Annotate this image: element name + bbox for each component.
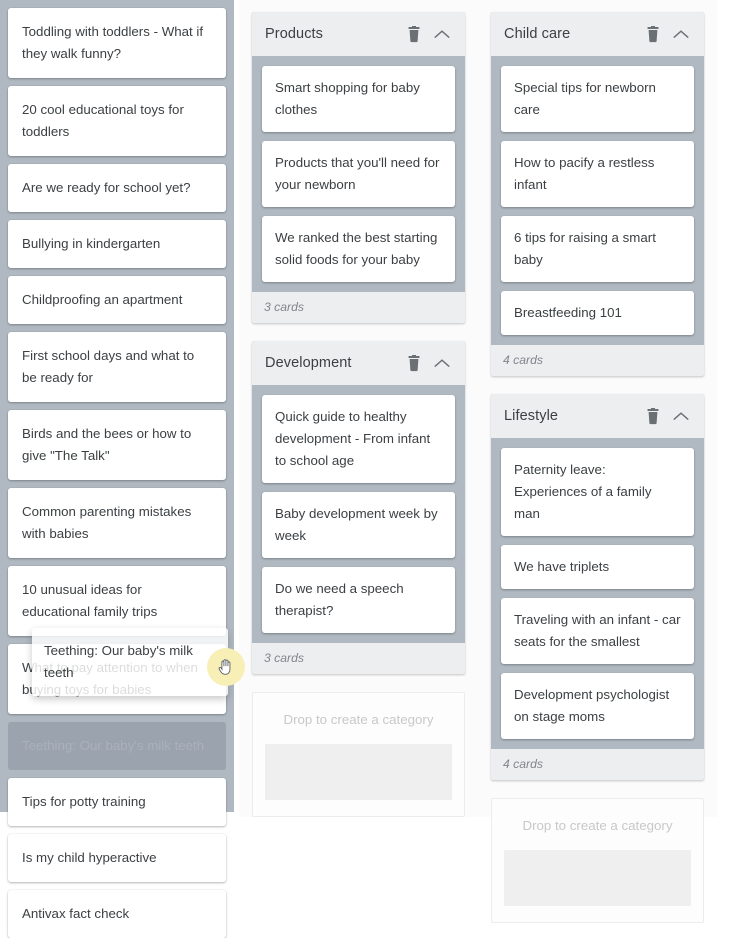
category-title[interactable]: Products — [265, 26, 397, 42]
category-card[interactable]: 6 tips for raising a smart baby — [501, 216, 694, 282]
middle-column: Products Smart shopping for baby clothes P… — [239, 0, 478, 817]
category-card[interactable]: How to pacify a restless infant — [501, 141, 694, 207]
category-card[interactable]: Traveling with an infant - car seats for… — [501, 598, 694, 664]
uncategorized-card-list: Toddling with toddlers - What if they wa… — [8, 8, 226, 938]
middle-column-categories: Products Smart shopping for baby clothes P… — [252, 12, 465, 674]
right-column-categories: Child care Special tips for newborn care H… — [491, 12, 704, 780]
category-header: Development — [252, 341, 465, 385]
category-group: Products Smart shopping for baby clothes P… — [252, 12, 465, 323]
dropzone-slot[interactable] — [504, 850, 691, 906]
category-header: Child care — [491, 12, 704, 56]
chevron-up-icon[interactable] — [431, 23, 453, 45]
chevron-up-icon[interactable] — [431, 352, 453, 374]
trash-icon[interactable] — [642, 405, 664, 427]
category-group: Development Quick guide to healthy develo… — [252, 341, 465, 674]
category-card[interactable]: Quick guide to healthy development - Fro… — [262, 395, 455, 483]
category-title[interactable]: Lifestyle — [504, 408, 636, 424]
uncategorized-card[interactable]: Is my child hyperactive — [8, 834, 226, 882]
category-group: Child care Special tips for newborn care H… — [491, 12, 704, 376]
category-header: Products — [252, 12, 465, 56]
card-sorting-board: Toddling with toddlers - What if they wa… — [0, 0, 730, 938]
trash-icon[interactable] — [403, 352, 425, 374]
uncategorized-card[interactable]: Are we ready for school yet? — [8, 164, 226, 212]
category-card[interactable]: Special tips for newborn care — [501, 66, 694, 132]
category-card-list: Smart shopping for baby clothes Products … — [252, 56, 465, 292]
chevron-up-icon[interactable] — [670, 405, 692, 427]
drag-ghost-label: Teething: Our baby's milk teeth — [44, 643, 193, 680]
right-column: Child care Special tips for newborn care H… — [478, 0, 717, 923]
uncategorized-card[interactable]: Toddling with toddlers - What if they wa… — [8, 8, 226, 78]
uncategorized-card[interactable]: First school days and what to be ready f… — [8, 332, 226, 402]
category-card[interactable]: Smart shopping for baby clothes — [262, 66, 455, 132]
category-card-list: Special tips for newborn care How to paci… — [491, 56, 704, 345]
category-title[interactable]: Development — [265, 355, 397, 371]
category-card-list: Paternity leave: Experiences of a family… — [491, 438, 704, 749]
category-card[interactable]: Baby development week by week — [262, 492, 455, 558]
uncategorized-column: Toddling with toddlers - What if they wa… — [0, 0, 245, 938]
category-card[interactable]: Do we need a speech therapist? — [262, 567, 455, 633]
uncategorized-card[interactable]: 20 cool educational toys for toddlers — [8, 86, 226, 156]
dropzone-label: Drop to create a category — [522, 818, 673, 833]
card-count-label: 4 cards — [491, 345, 704, 376]
uncategorized-card[interactable]: Common parenting mistakes with babies — [8, 488, 226, 558]
category-group: Lifestyle Paternity leave: Experiences of… — [491, 394, 704, 780]
uncategorized-card[interactable]: Bullying in kindergarten — [8, 220, 226, 268]
category-card[interactable]: Paternity leave: Experiences of a family… — [501, 448, 694, 536]
category-card[interactable]: We have triplets — [501, 545, 694, 589]
dropzone-label: Drop to create a category — [283, 712, 434, 727]
card-count-label: 4 cards — [491, 749, 704, 780]
category-header: Lifestyle — [491, 394, 704, 438]
uncategorized-card[interactable]: Antivax fact check — [8, 890, 226, 938]
uncategorized-card[interactable]: Tips for potty training — [8, 778, 226, 826]
category-card[interactable]: We ranked the best starting solid foods … — [262, 216, 455, 282]
uncategorized-card[interactable]: Birds and the bees or how to give "The T… — [8, 410, 226, 480]
dropzone-slot[interactable] — [265, 744, 452, 800]
chevron-up-icon[interactable] — [670, 23, 692, 45]
grab-hand-cursor — [207, 648, 245, 686]
trash-icon[interactable] — [403, 23, 425, 45]
category-title[interactable]: Child care — [504, 26, 636, 42]
drag-ghost-card[interactable]: Teething: Our baby's milk teeth — [32, 628, 228, 696]
uncategorized-card[interactable]: Teething: Our baby's milk teeth — [8, 722, 226, 770]
card-count-label: 3 cards — [252, 643, 465, 674]
uncategorized-card[interactable]: 10 unusual ideas for educational family … — [8, 566, 226, 636]
card-count-label: 3 cards — [252, 292, 465, 323]
trash-icon[interactable] — [642, 23, 664, 45]
category-card[interactable]: Products that you'll need for your newbo… — [262, 141, 455, 207]
category-card-list: Quick guide to healthy development - Fro… — [252, 385, 465, 643]
dropzone-middle[interactable]: Drop to create a category — [252, 692, 465, 817]
category-card[interactable]: Development psychologist on stage moms — [501, 673, 694, 739]
uncategorized-card[interactable]: Childproofing an apartment — [8, 276, 226, 324]
category-card[interactable]: Breastfeeding 101 — [501, 291, 694, 335]
